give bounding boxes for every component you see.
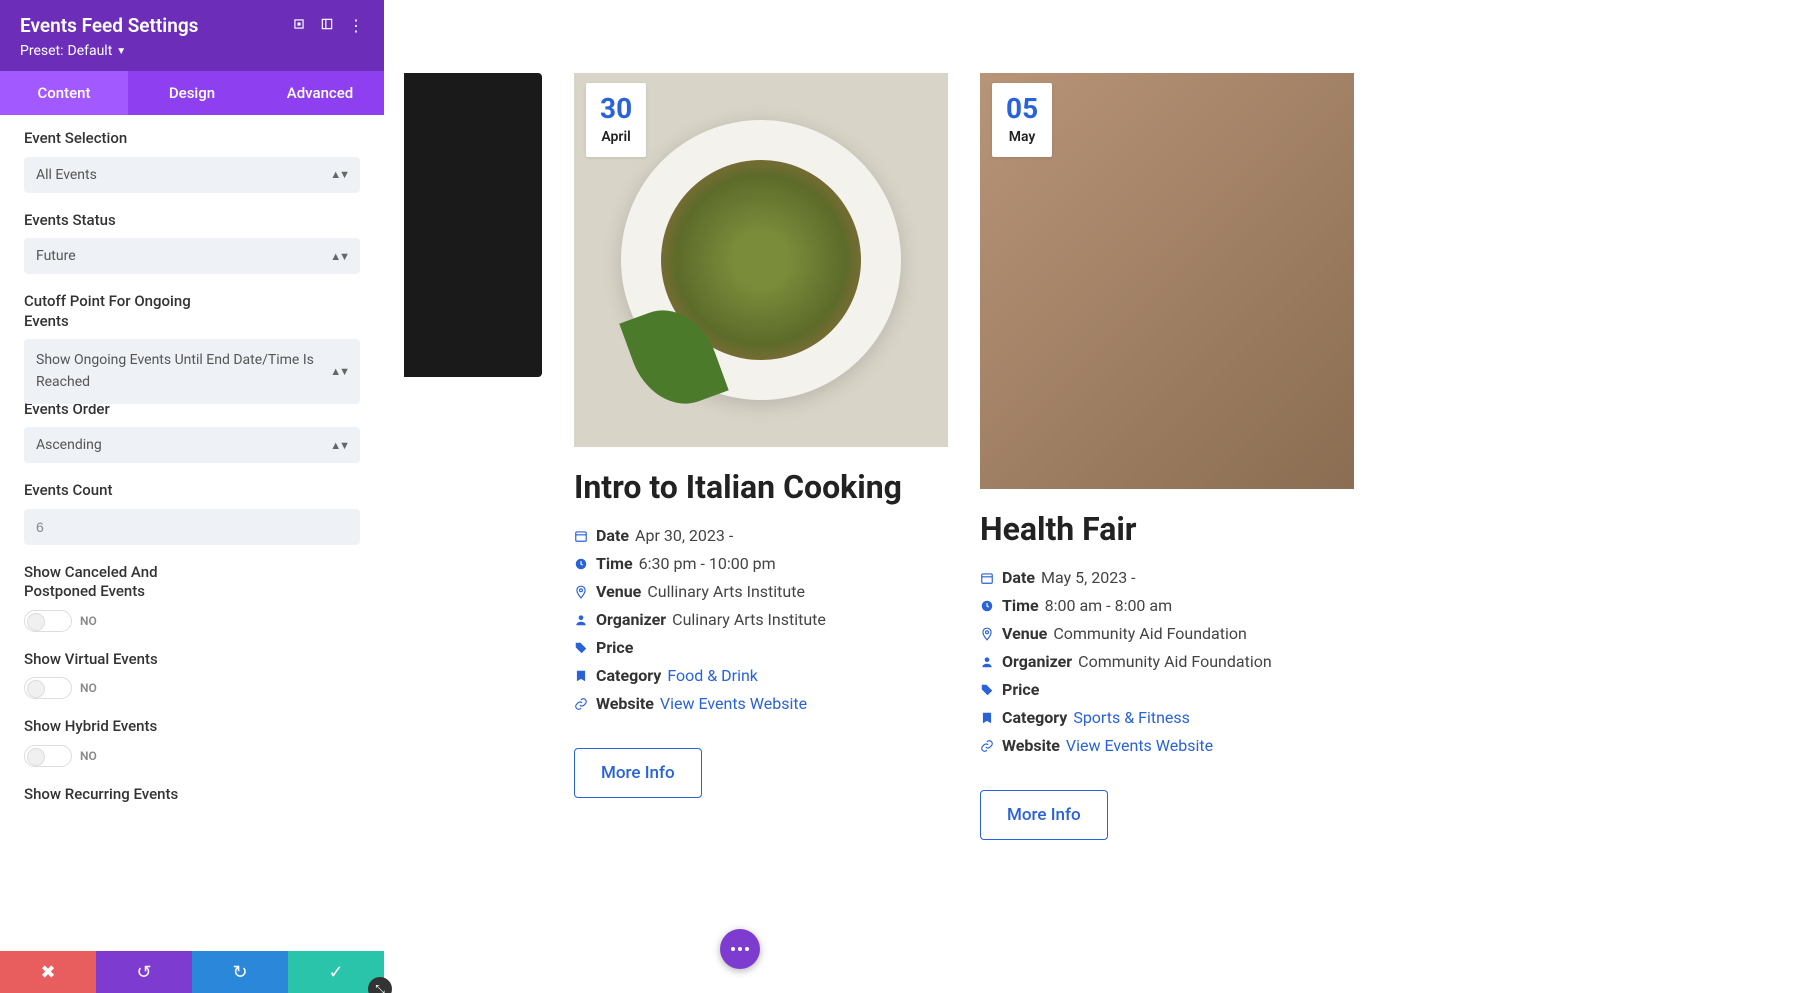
date-day: 05 xyxy=(1006,95,1038,123)
expand-icon[interactable] xyxy=(292,16,306,35)
tabs: Content Design Advanced xyxy=(0,71,384,115)
sidebar-footer: ✖ ↺ ↻ ✓ xyxy=(0,951,384,993)
calendar-icon xyxy=(574,529,590,543)
date-month: April xyxy=(600,129,632,145)
date-badge: 05 May xyxy=(992,83,1052,157)
preset-label: Preset: xyxy=(20,43,64,59)
sidebar-toggle-icon[interactable] xyxy=(320,16,334,35)
tag-icon xyxy=(980,683,996,697)
select-caret-icon: ▲▼ xyxy=(330,250,348,263)
event-selection-select[interactable]: All Events ▲▼ xyxy=(24,157,360,193)
website-link[interactable]: View Events Website xyxy=(660,692,807,716)
preset-value: Default xyxy=(68,43,113,59)
bookmark-icon xyxy=(980,711,996,725)
sidebar-header: Events Feed Settings ⋮ Preset: Default ▼ xyxy=(0,0,384,71)
pin-icon xyxy=(980,627,996,641)
show-hybrid-label: Show Hybrid Events xyxy=(24,717,360,737)
category-link[interactable]: Sports & Fitness xyxy=(1073,706,1190,730)
partial-card xyxy=(404,73,542,377)
date-day: 30 xyxy=(600,95,632,123)
tag-icon xyxy=(574,641,590,655)
website-link[interactable]: View Events Website xyxy=(1066,734,1213,758)
category-link[interactable]: Food & Drink xyxy=(667,664,758,688)
show-canceled-toggle[interactable] xyxy=(24,610,72,632)
date-badge: 30 April xyxy=(586,83,646,157)
calendar-icon xyxy=(980,571,996,585)
dots-icon xyxy=(731,947,749,951)
settings-sidebar: Events Feed Settings ⋮ Preset: Default ▼… xyxy=(0,0,384,993)
event-card: 05 May Health Fair Date May 5, 2023 - Ti… xyxy=(980,73,1354,993)
select-caret-icon: ▲▼ xyxy=(330,439,348,452)
redo-button[interactable]: ↻ xyxy=(192,951,288,993)
show-virtual-toggle[interactable] xyxy=(24,677,72,699)
event-title: Health Fair xyxy=(980,511,1354,548)
link-icon xyxy=(980,739,996,753)
toggle-state: NO xyxy=(80,749,97,763)
show-virtual-label: Show Virtual Events xyxy=(24,650,360,670)
events-status-select[interactable]: Future ▲▼ xyxy=(24,238,360,274)
main-content: 30 April Intro to Italian Cooking Date A… xyxy=(384,0,1800,993)
events-order-select[interactable]: Ascending ▲▼ xyxy=(24,427,360,463)
event-image: 05 May xyxy=(980,73,1354,489)
events-count-label: Events Count xyxy=(24,481,360,501)
preset-selector[interactable]: Preset: Default ▼ xyxy=(20,43,364,59)
event-image: 30 April xyxy=(574,73,948,447)
event-card: 30 April Intro to Italian Cooking Date A… xyxy=(574,73,948,993)
sidebar-title: Events Feed Settings xyxy=(20,14,198,37)
chevron-down-icon: ▼ xyxy=(116,46,126,57)
select-caret-icon: ▲▼ xyxy=(330,363,348,381)
cancel-button[interactable]: ✖ xyxy=(0,951,96,993)
undo-button[interactable]: ↺ xyxy=(96,951,192,993)
more-info-button[interactable]: More Info xyxy=(980,790,1108,840)
clock-icon xyxy=(980,599,996,613)
person-icon xyxy=(574,613,590,627)
events-count-input[interactable] xyxy=(24,509,360,545)
events-status-label: Events Status xyxy=(24,211,360,231)
tab-advanced[interactable]: Advanced xyxy=(256,71,384,115)
tab-design[interactable]: Design xyxy=(128,71,256,115)
event-selection-label: Event Selection xyxy=(24,129,360,149)
select-caret-icon: ▲▼ xyxy=(330,168,348,181)
toggle-state: NO xyxy=(80,681,97,695)
show-canceled-label: Show Canceled And Postponed Events xyxy=(24,563,224,602)
date-month: May xyxy=(1006,129,1038,145)
person-icon xyxy=(980,655,996,669)
fab-button[interactable] xyxy=(720,929,760,969)
bookmark-icon xyxy=(574,669,590,683)
clock-icon xyxy=(574,557,590,571)
toggle-state: NO xyxy=(80,614,97,628)
show-recurring-label: Show Recurring Events xyxy=(24,785,360,805)
cutoff-label: Cutoff Point For Ongoing Events xyxy=(24,292,224,331)
sidebar-body[interactable]: Event Selection All Events ▲▼ Events Sta… xyxy=(0,115,384,951)
show-hybrid-toggle[interactable] xyxy=(24,745,72,767)
more-info-button[interactable]: More Info xyxy=(574,748,702,798)
event-title: Intro to Italian Cooking xyxy=(574,469,948,506)
cutoff-select[interactable]: Show Ongoing Events Until End Date/Time … xyxy=(24,339,360,404)
pin-icon xyxy=(574,585,590,599)
link-icon xyxy=(574,697,590,711)
tab-content[interactable]: Content xyxy=(0,71,128,115)
kebab-menu-icon[interactable]: ⋮ xyxy=(348,16,364,35)
